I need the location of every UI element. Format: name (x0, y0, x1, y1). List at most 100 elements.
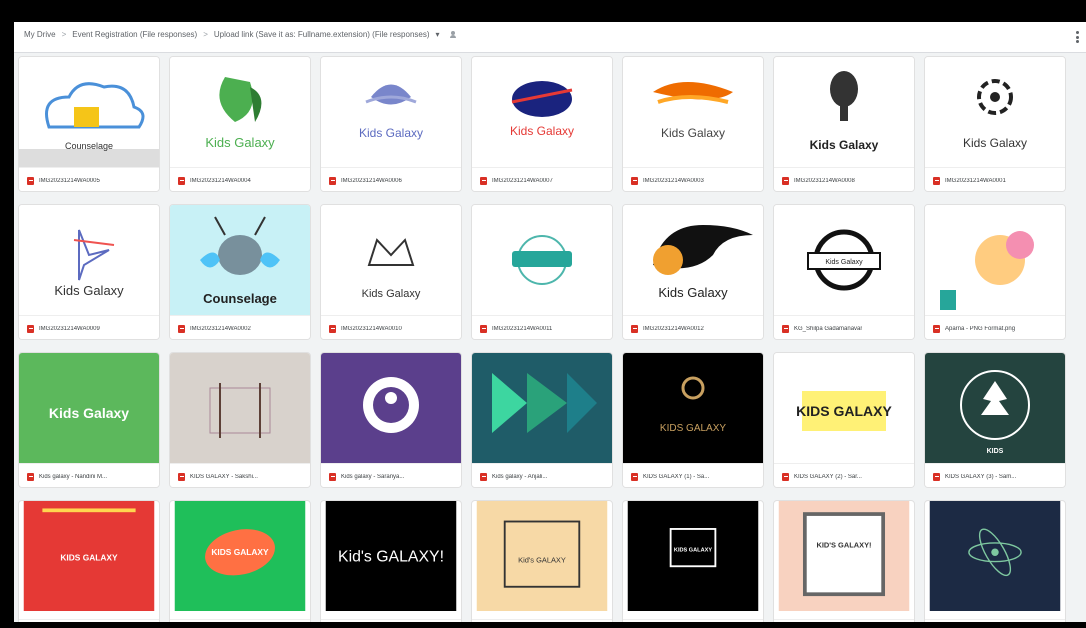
file-tile[interactable]: Kids Galaxy IMG20231214WA0010 (320, 204, 462, 340)
file-thumbnail (472, 353, 612, 463)
file-tile[interactable]: KIDS GALAXY KIDS GALAXY (2) - Sar... (773, 352, 915, 488)
file-name-bar[interactable]: IMG20231214WA0001 (925, 167, 1065, 191)
file-name-bar[interactable]: IMG20231214WA0002 (170, 315, 310, 339)
image-file-icon (933, 472, 940, 481)
file-tile[interactable]: KIDS KIDS GALAXY (3) - Sam... (924, 352, 1066, 488)
thumbnail-art: KIDS GALAXY (627, 501, 759, 611)
file-tile[interactable]: Kids galaxy - Anjali... (471, 352, 613, 488)
file-name: IMG20231214WA0009 (39, 325, 100, 332)
file-name-bar[interactable]: KIDS GALAXY (10) - Sak... (623, 619, 763, 622)
file-name-bar[interactable]: Kids galaxy logo.png (1) (925, 619, 1065, 622)
file-tile[interactable]: Kids galaxy - Saranya... (320, 352, 462, 488)
file-name: IMG20231214WA0005 (39, 177, 100, 184)
file-name-bar[interactable]: KIDS GALAXY (1) - Sa... (623, 463, 763, 487)
image-file-icon (480, 176, 487, 185)
file-tile[interactable]: Kids galaxy logo.png (1) (924, 500, 1066, 622)
file-name-bar[interactable]: IMG20231214WA0007 (472, 167, 612, 191)
file-tile[interactable]: KIDS GALAXY KIDS GALAXY (5) - Neha... (169, 500, 311, 622)
thumbnail-text: KIDS GALAXY (796, 403, 892, 419)
breadcrumb: My Drive > Event Registration (File resp… (24, 30, 460, 39)
file-name-bar[interactable]: Kids galaxy - Saranya... (321, 463, 461, 487)
file-name-bar[interactable]: KIDS GALAXY (6) - Sakshi... (321, 619, 461, 622)
file-name-bar[interactable]: KIDS GALAXY - Sakshi... (170, 463, 310, 487)
file-name-bar[interactable]: IMG20231214WA0012 (623, 315, 763, 339)
file-thumbnail: KIDS GALAXY (623, 353, 763, 463)
thumbnail-art: Kids Galaxy (472, 57, 612, 167)
thumbnail-text: Kid's GALAXY (518, 556, 566, 565)
breadcrumb-item-event-registration[interactable]: Event Registration (File responses) (72, 30, 197, 39)
file-tile[interactable]: Kids Galaxy IMG20231214WA0006 (320, 56, 462, 192)
file-name-bar[interactable]: KIDS GALAXY (4) - Neha... (19, 619, 159, 622)
file-name-bar[interactable]: IMG20231214WA0011 (472, 315, 612, 339)
file-name: KIDS GALAXY (2) - Sar... (794, 473, 862, 480)
file-thumbnail (321, 353, 461, 463)
file-name-bar[interactable]: Kids galaxy - Anjali... (472, 463, 612, 487)
thumbnail-text: Kids Galaxy (205, 135, 275, 150)
file-tile[interactable]: KID'S GALAXY! KIDS GALAXY (11) - Sak... (773, 500, 915, 622)
file-tile[interactable]: KIDS GALAXY - Sakshi... (169, 352, 311, 488)
file-tile[interactable]: Kids Galaxy KG_Shilpa Gadamanavar (773, 204, 915, 340)
file-name-bar[interactable]: IMG20231214WA0003 (623, 167, 763, 191)
thumbnail-art: KID'S GALAXY! (778, 501, 910, 611)
file-name-bar[interactable]: KIDS GALAXY (3) - Sam... (925, 463, 1065, 487)
thumbnail-art: Kids Galaxy (170, 57, 310, 167)
file-thumbnail (925, 501, 1065, 619)
file-tile[interactable]: IMG20231214WA0011 (471, 204, 613, 340)
file-thumbnail: Kids Galaxy (472, 57, 612, 167)
file-name: KG_Shilpa Gadamanavar (794, 325, 863, 332)
file-name: IMG20231214WA0006 (341, 177, 402, 184)
file-thumbnail: KIDS (925, 353, 1065, 463)
file-tile[interactable]: Kids Galaxy IMG20231214WA0004 (169, 56, 311, 192)
file-tile[interactable]: KIDS GALAXY KIDS GALAXY (10) - Sak... (622, 500, 764, 622)
file-tile[interactable]: Counselage IMG20231214WA0002 (169, 204, 311, 340)
thumbnail-art: Kid's GALAXY (476, 501, 608, 611)
file-name-bar[interactable]: IMG20231214WA0006 (321, 167, 461, 191)
file-name-bar[interactable]: IMG20231214WA0005 (19, 167, 159, 191)
file-name-bar[interactable]: IMG20231214WA0004 (170, 167, 310, 191)
file-name-bar[interactable]: KIDS GALAXY (5) - Neha... (170, 619, 310, 622)
file-tile[interactable]: Kids Galaxy Kids galaxy - Nandini M... (18, 352, 160, 488)
file-name-bar[interactable]: KIDS GALAXY (11) - Sak... (774, 619, 914, 622)
breadcrumb-separator: > (203, 30, 208, 39)
image-file-icon (329, 472, 336, 481)
breadcrumb-separator: > (61, 30, 67, 39)
file-name-bar[interactable]: Aparna - PNG Format.png (925, 315, 1065, 339)
file-name: IMG20231214WA0001 (945, 177, 1006, 184)
file-tile[interactable]: Kids Galaxy IMG20231214WA0009 (18, 204, 160, 340)
breadcrumb-item-my-drive[interactable]: My Drive (24, 30, 56, 39)
thumbnail-art: Kids Galaxy (19, 205, 159, 315)
file-tile[interactable]: Aparna - PNG Format.png (924, 204, 1066, 340)
file-name-bar[interactable]: IMG20231214WA0008 (774, 167, 914, 191)
file-tile[interactable]: Kid's GALAXY KIDS GALAXY (7) - Sakshi... (471, 500, 613, 622)
file-thumbnail: Kid's GALAXY (472, 501, 612, 619)
file-name-bar[interactable]: IMG20231214WA0010 (321, 315, 461, 339)
dropdown-icon[interactable]: ▾ (436, 30, 440, 39)
file-tile[interactable]: KIDS GALAXY KIDS GALAXY (1) - Sa... (622, 352, 764, 488)
thumbnail-art (925, 205, 1065, 315)
file-tile[interactable]: Counselage IMG20231214WA0005 (18, 56, 160, 192)
file-tile[interactable]: Kids Galaxy IMG20231214WA0012 (622, 204, 764, 340)
image-file-icon (329, 176, 336, 185)
file-name: IMG20231214WA0007 (492, 177, 553, 184)
file-thumbnail: Kids Galaxy (321, 57, 461, 167)
thumbnail-art: Kids Galaxy (774, 57, 914, 167)
file-name-bar[interactable]: KIDS GALAXY (2) - Sar... (774, 463, 914, 487)
file-tile[interactable]: Kids Galaxy IMG20231214WA0001 (924, 56, 1066, 192)
breadcrumb-item-upload-link[interactable]: Upload link (Save it as: Fullname.extens… (214, 30, 430, 39)
thumbnail-art (472, 205, 612, 315)
file-name-bar[interactable]: IMG20231214WA0009 (19, 315, 159, 339)
file-name-bar[interactable]: KIDS GALAXY (7) - Sakshi... (472, 619, 612, 622)
more-vert-icon[interactable] (1076, 31, 1080, 43)
file-tile[interactable]: Kids Galaxy IMG20231214WA0008 (773, 56, 915, 192)
thumbnail-text: Kids Galaxy (359, 126, 423, 140)
image-file-icon (782, 324, 789, 333)
file-name-bar[interactable]: Kids galaxy - Nandini M... (19, 463, 159, 487)
file-name: IMG20231214WA0011 (492, 325, 553, 332)
file-thumbnail: Kids Galaxy (170, 57, 310, 167)
file-tile[interactable]: Kids Galaxy IMG20231214WA0003 (622, 56, 764, 192)
file-name-bar[interactable]: KG_Shilpa Gadamanavar (774, 315, 914, 339)
file-name: Kids galaxy - Anjali... (492, 473, 548, 480)
file-tile[interactable]: Kids Galaxy IMG20231214WA0007 (471, 56, 613, 192)
file-tile[interactable]: Kid's GALAXY! KIDS GALAXY (6) - Sakshi... (320, 500, 462, 622)
file-tile[interactable]: KIDS GALAXY KIDS GALAXY (4) - Neha... (18, 500, 160, 622)
